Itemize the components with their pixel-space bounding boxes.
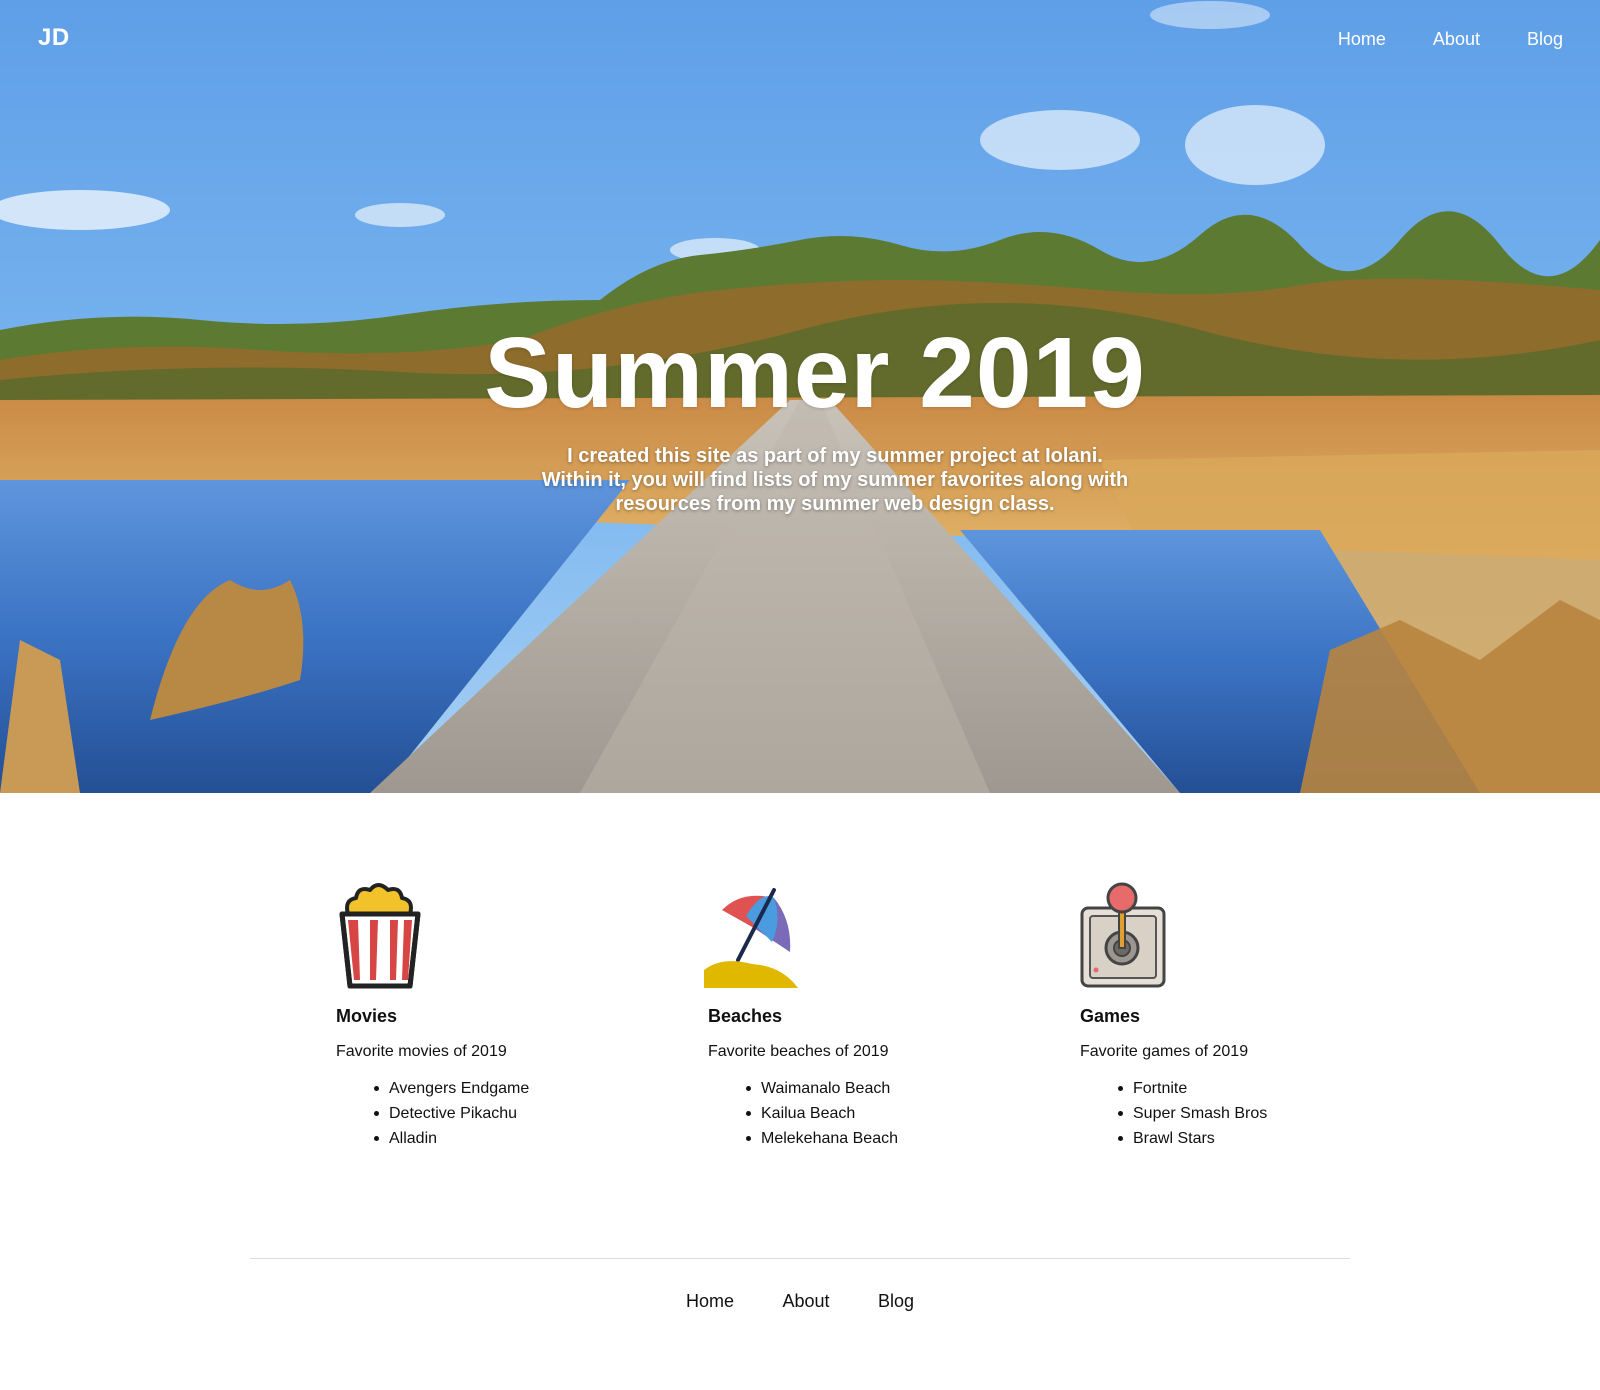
- card-title: Games: [1080, 1006, 1141, 1026]
- card-description: Favorite games of 2019: [1080, 1043, 1249, 1060]
- list-item: Melekehana Beach: [746, 1126, 898, 1151]
- footer-navigation: Home About Blog: [0, 1291, 1600, 1312]
- footer-link-about[interactable]: About: [782, 1291, 829, 1312]
- list-item: Fortnite: [1117, 1076, 1267, 1101]
- joystick-icon: [1080, 882, 1166, 988]
- list-item: Detective Pikachu: [373, 1101, 529, 1126]
- hero-title: Summer 2019: [484, 317, 1146, 429]
- list-item: Super Smash Bros: [1117, 1101, 1267, 1126]
- nav-link-blog[interactable]: Blog: [1527, 29, 1563, 50]
- card-title: Beaches: [708, 1006, 783, 1026]
- hero-subtitle: I created this site as part of my summer…: [541, 445, 1129, 515]
- nav-link-about[interactable]: About: [1433, 29, 1480, 50]
- card-list: Avengers Endgame Detective Pikachu Allad…: [373, 1076, 529, 1151]
- favorites-section: Movies Favorite movies of 2019 Avengers …: [336, 880, 1336, 1170]
- card-list: Waimanalo Beach Kailua Beach Melekehana …: [746, 1076, 898, 1151]
- list-item: Alladin: [373, 1126, 529, 1151]
- list-item: Avengers Endgame: [373, 1076, 529, 1101]
- brand-logo[interactable]: JD: [38, 24, 70, 52]
- list-item: Kailua Beach: [746, 1101, 898, 1126]
- list-item: Brawl Stars: [1117, 1126, 1267, 1151]
- hero-section: JD Home About Blog Summer 2019 I created…: [0, 0, 1600, 793]
- nav-link-home[interactable]: Home: [1338, 29, 1386, 50]
- card-title: Movies: [336, 1006, 398, 1026]
- top-navigation: Home About Blog: [1291, 29, 1563, 50]
- card-description: Favorite beaches of 2019: [708, 1043, 889, 1060]
- footer-divider: [250, 1258, 1350, 1259]
- card-list: Fortnite Super Smash Bros Brawl Stars: [1117, 1076, 1267, 1151]
- footer-link-blog[interactable]: Blog: [878, 1291, 914, 1312]
- card-description: Favorite movies of 2019: [336, 1043, 507, 1060]
- list-item: Waimanalo Beach: [746, 1076, 898, 1101]
- beach-umbrella-icon: [704, 888, 798, 988]
- footer-link-home[interactable]: Home: [686, 1291, 734, 1312]
- popcorn-icon: [339, 883, 421, 989]
